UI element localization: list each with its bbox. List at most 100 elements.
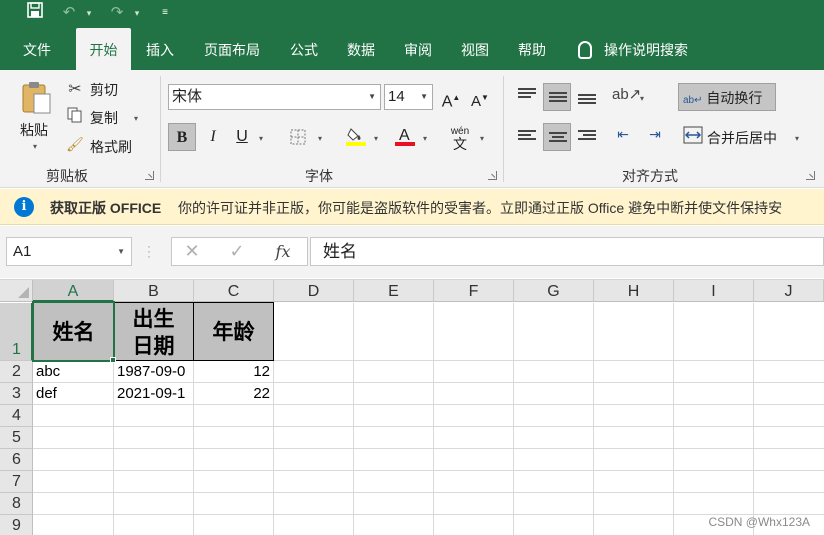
row-header-4[interactable]: 4 <box>0 405 33 427</box>
align-center-icon[interactable] <box>543 123 571 151</box>
tab-page-layout[interactable]: 页面布局 <box>194 28 270 70</box>
cell-c1[interactable]: 年龄 <box>194 302 274 361</box>
column-header-i[interactable]: I <box>674 280 754 302</box>
row-header-6[interactable]: 6 <box>0 449 33 471</box>
cut-button[interactable]: 剪切 <box>90 80 118 100</box>
wrap-text-button[interactable]: ab↵ 自动换行 <box>678 83 776 111</box>
column-header-d[interactable]: D <box>274 280 354 302</box>
row-header-9[interactable]: 9 <box>0 515 33 535</box>
tab-insert[interactable]: 插入 <box>136 28 184 70</box>
column-header-j[interactable]: J <box>754 280 824 302</box>
group-divider <box>160 76 161 182</box>
row-header-7[interactable]: 7 <box>0 471 33 493</box>
increase-indent-icon[interactable]: ⇥ <box>644 126 666 146</box>
name-box[interactable]: A1 ▼ <box>6 237 132 266</box>
phonetic-guide-icon[interactable]: wén 文 <box>446 123 474 151</box>
borders-dropdown-icon[interactable]: ▾ <box>318 134 322 143</box>
wrap-text-label: 自动换行 <box>706 90 763 106</box>
italic-button[interactable]: I <box>199 123 227 151</box>
decrease-indent-icon[interactable]: ⇤ <box>612 126 634 146</box>
merge-center-button[interactable]: 合并后居中 <box>707 128 777 148</box>
tab-data[interactable]: 数据 <box>337 28 385 70</box>
align-top-icon[interactable] <box>518 88 536 100</box>
paste-button[interactable]: 粘贴 <box>20 120 48 140</box>
cell-b3[interactable]: 2021-09-1 <box>114 383 194 405</box>
underline-dropdown-icon[interactable]: ▾ <box>259 134 263 143</box>
underline-button[interactable]: U <box>228 123 256 151</box>
copy-dropdown-icon[interactable]: ▾ <box>134 114 138 123</box>
cell-b1[interactable]: 出生日期 <box>114 302 194 361</box>
tab-file[interactable]: 文件 <box>12 28 62 70</box>
column-header-b[interactable]: B <box>114 280 194 302</box>
paste-icon[interactable] <box>20 80 52 114</box>
undo-icon[interactable]: ↶ <box>58 2 80 24</box>
font-color-dropdown-icon[interactable]: ▾ <box>423 134 427 143</box>
row-header-8[interactable]: 8 <box>0 493 33 515</box>
undo-dropdown-icon[interactable]: ▾ <box>84 2 94 24</box>
merge-center-icon[interactable] <box>682 126 704 146</box>
row-header-1[interactable]: 1 <box>0 303 33 361</box>
fill-handle[interactable] <box>110 357 116 363</box>
tab-view[interactable]: 视图 <box>451 28 499 70</box>
row-header-3[interactable]: 3 <box>0 383 33 405</box>
resize-handle-icon[interactable]: · · · <box>147 240 151 262</box>
tab-help[interactable]: 帮助 <box>508 28 556 70</box>
insert-function-icon[interactable]: fx <box>268 237 298 266</box>
increase-font-size-icon[interactable]: A▲ <box>437 84 465 112</box>
orientation-icon[interactable]: ab↗ <box>612 85 641 107</box>
cell-c2[interactable]: 12 <box>194 361 274 383</box>
row-header-5[interactable]: 5 <box>0 427 33 449</box>
decrease-font-size-icon[interactable]: A▼ <box>466 84 494 112</box>
align-right-icon[interactable] <box>578 130 596 142</box>
cancel-icon[interactable]: ✕ <box>177 237 207 266</box>
gridline <box>673 303 674 535</box>
fill-color-dropdown-icon[interactable]: ▾ <box>374 134 378 143</box>
column-header-c[interactable]: C <box>194 280 274 302</box>
clipboard-launcher-icon[interactable] <box>145 171 154 180</box>
align-bottom-icon[interactable] <box>578 94 596 106</box>
orientation-dropdown-icon[interactable]: ▾ <box>640 94 644 103</box>
column-header-h[interactable]: H <box>594 280 674 302</box>
format-painter-button[interactable]: 格式刷 <box>90 137 132 157</box>
chevron-down-icon: ▼ <box>117 247 125 256</box>
cell-b2[interactable]: 1987-09-0 <box>114 361 194 383</box>
save-icon[interactable] <box>24 2 46 24</box>
bold-button[interactable]: B <box>168 123 196 151</box>
align-left-icon[interactable] <box>518 130 536 142</box>
phonetic-dropdown-icon[interactable]: ▾ <box>480 134 484 143</box>
borders-icon[interactable] <box>284 123 312 151</box>
redo-icon[interactable]: ↷ <box>106 2 128 24</box>
redo-dropdown-icon[interactable]: ▾ <box>132 2 142 24</box>
column-header-e[interactable]: E <box>354 280 434 302</box>
license-warning-bar: i 获取正版 OFFICE 你的许可证并非正版，你可能是盗版软件的受害者。立即通… <box>0 189 824 225</box>
merge-dropdown-icon[interactable]: ▾ <box>795 134 799 143</box>
font-size-select[interactable]: 14 ▼ <box>384 84 433 110</box>
enter-icon[interactable]: ✓ <box>222 237 252 266</box>
font-launcher-icon[interactable] <box>488 171 497 180</box>
cell-a1[interactable]: 姓名 <box>32 301 115 362</box>
column-header-a[interactable]: A <box>33 280 114 302</box>
tab-home[interactable]: 开始 <box>76 28 131 70</box>
align-middle-icon[interactable] <box>543 83 571 111</box>
column-header-g[interactable]: G <box>514 280 594 302</box>
cell-a3[interactable]: def <box>33 383 114 405</box>
tab-formulas[interactable]: 公式 <box>280 28 328 70</box>
column-header-f[interactable]: F <box>434 280 514 302</box>
font-color-icon[interactable]: A <box>391 122 419 150</box>
cell-a2[interactable]: abc <box>33 361 114 383</box>
font-family-select[interactable]: 宋体 ▼ <box>168 84 381 110</box>
select-all-button[interactable] <box>0 280 33 302</box>
formula-input[interactable]: 姓名 <box>310 237 824 266</box>
alignment-group-label: 对齐方式 <box>622 168 678 184</box>
alignment-launcher-icon[interactable] <box>806 171 815 180</box>
tell-me-search[interactable]: 操作说明搜索 <box>578 28 688 70</box>
format-painter-icon: 🖌 <box>66 136 84 152</box>
paste-dropdown-icon[interactable]: ▾ <box>33 142 37 151</box>
cell-c3[interactable]: 22 <box>194 383 274 405</box>
tab-review[interactable]: 审阅 <box>394 28 442 70</box>
customize-icon[interactable]: ≡ <box>158 2 172 24</box>
copy-button[interactable]: 复制 <box>90 108 118 128</box>
row-number: 1 <box>12 341 21 358</box>
fill-color-icon[interactable] <box>342 122 370 150</box>
row-header-2[interactable]: 2 <box>0 361 33 383</box>
